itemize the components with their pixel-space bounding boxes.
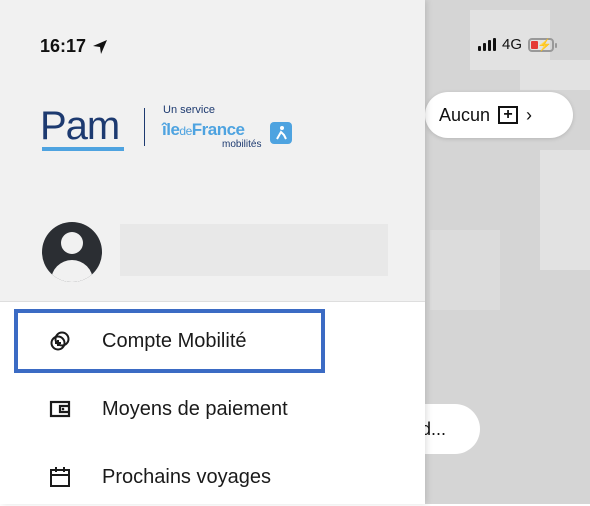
logo-separator <box>144 108 145 146</box>
idf-logo-subtitle: mobilités <box>222 139 262 150</box>
calendar-icon <box>48 465 72 489</box>
idf-logo-france: France <box>191 120 245 139</box>
signal-icon <box>478 38 496 51</box>
pam-logo-underline <box>42 147 124 151</box>
location-arrow-icon <box>93 39 108 54</box>
filter-pill-label: Aucun <box>439 104 491 125</box>
logo-tagline: Un service <box>163 104 215 116</box>
map-block <box>540 150 590 270</box>
status-bar-right: 4G ⚡ <box>478 36 558 53</box>
idf-logo: îledeFrance <box>162 120 245 140</box>
pam-logo: Pam <box>40 104 120 148</box>
network-type: 4G <box>502 36 523 53</box>
chevron-right-icon: › <box>526 104 533 125</box>
status-time: 16:17 <box>40 36 108 57</box>
highlight-box <box>14 309 325 373</box>
menu-item-prochains-voyages[interactable]: Prochains voyages <box>0 448 425 506</box>
user-name-placeholder[interactable] <box>120 224 388 276</box>
idf-mobilites-icon <box>270 122 292 144</box>
avatar[interactable] <box>42 222 102 282</box>
menu-item-label: Moyens de paiement <box>102 397 288 420</box>
menu-item-moyens-paiement[interactable]: Moyens de paiement <box>0 380 425 438</box>
plus-box-icon: + <box>498 106 519 124</box>
filter-pill[interactable]: Aucun + › <box>425 92 573 138</box>
drawer-header: 16:17 Pam Un service îledeFrance mobilit… <box>0 0 425 302</box>
menu-item-label: Prochains voyages <box>102 465 271 488</box>
idf-logo-ile: île <box>162 120 180 139</box>
time-text: 16:17 <box>40 36 87 56</box>
side-drawer: 16:17 Pam Un service îledeFrance mobilit… <box>0 0 425 504</box>
battery-icon: ⚡ <box>528 37 558 52</box>
wallet-icon <box>48 397 72 421</box>
map-block <box>430 230 500 310</box>
map-block <box>520 60 590 90</box>
idf-logo-de: de <box>179 124 192 138</box>
